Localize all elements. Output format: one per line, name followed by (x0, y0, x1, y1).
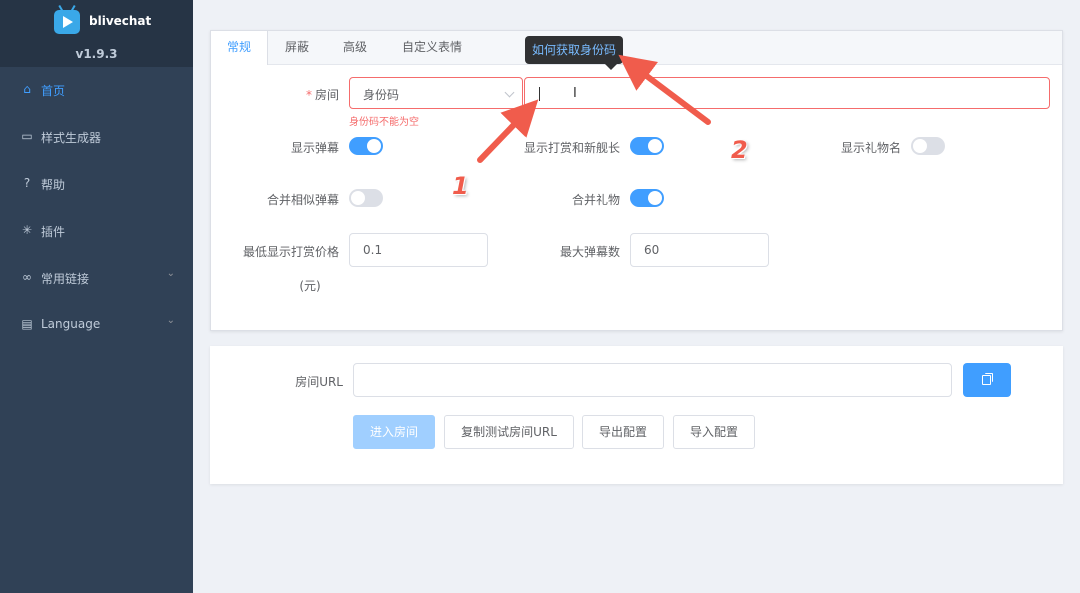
tab-bar: 常规 屏蔽 高级 自定义表情 (211, 31, 1062, 65)
chevron-down-icon: ⌄ (166, 315, 175, 326)
tab-custom-emoji[interactable]: 自定义表情 (386, 31, 478, 64)
show-gift-switch[interactable] (630, 137, 664, 155)
sidebar-item-style-generator[interactable]: ▭ 样式生成器 (0, 114, 193, 160)
copy-test-url-button[interactable]: 复制测试房间URL (444, 415, 574, 449)
text-caret (539, 87, 540, 101)
min-price-unit-label: (元) (299, 279, 321, 293)
show-gift-label: 显示打赏和新舰长 (523, 141, 620, 155)
max-danmaku-value: 60 (644, 243, 660, 257)
merge-gift-switch[interactable] (630, 189, 664, 207)
sidebar-item-label: 常用链接 (41, 272, 90, 286)
room-error-message: 身份码不能为空 (349, 117, 419, 128)
home-icon: ⌂ (23, 82, 31, 96)
room-url-input[interactable] (353, 363, 952, 397)
tab-block[interactable]: 屏蔽 (269, 31, 325, 64)
text-cursor-icon: I (573, 86, 577, 101)
show-danmaku-switch[interactable] (349, 137, 383, 155)
brush-icon: ▭ (21, 129, 33, 143)
room-url-label: 房间URL (295, 375, 343, 389)
plugin-icon: ✳ (21, 223, 33, 237)
help-icon: ? (23, 176, 31, 190)
show-gift-name-switch[interactable] (911, 137, 945, 155)
min-price-value: 0.1 (363, 243, 383, 257)
sidebar-item-plugins[interactable]: ✳ 插件 (0, 208, 193, 254)
tab-general[interactable]: 常规 (211, 31, 269, 65)
sidebar-item-links[interactable]: ∞ 常用链接 ⌄ (0, 255, 193, 301)
max-danmaku-label: 最大弹幕数 (559, 245, 620, 259)
min-price-input[interactable]: 0.1 (349, 233, 488, 267)
identity-code-tooltip[interactable]: 如何获取身份码 (525, 36, 623, 70)
copy-icon (982, 375, 991, 385)
annotation-number-one: 1 (452, 172, 469, 200)
annotation-number-two: 2 (731, 136, 748, 164)
sidebar-item-label: 插件 (41, 225, 66, 239)
room-label: * 房间 (305, 88, 339, 102)
how-to-get-code-link[interactable]: 如何获取身份码 (532, 43, 616, 57)
sidebar-item-help[interactable]: ? 帮助 (0, 161, 193, 207)
show-gift-name-label: 显示礼物名 (840, 141, 901, 155)
app-version: v1.9.3 (75, 47, 118, 61)
export-config-button[interactable]: 导出配置 (582, 415, 664, 449)
room-code-input[interactable]: I (524, 77, 1050, 109)
min-price-label: 最低显示打赏价格 (242, 245, 339, 259)
sidebar-item-label: 首页 (41, 84, 66, 98)
sidebar-item-label: 帮助 (41, 178, 66, 192)
merge-gift-label: 合并礼物 (571, 193, 620, 207)
sidebar: blivechat v1.9.3 ⌂ 首页 ▭ 样式生成器 ? 帮助 ✳ 插件 … (0, 0, 193, 593)
copy-url-button[interactable] (963, 363, 1011, 397)
app-name: blivechat (89, 14, 152, 28)
merge-similar-label: 合并相似弹幕 (266, 193, 339, 207)
sidebar-item-home[interactable]: ⌂ 首页 (0, 67, 193, 113)
sidebar-item-label: 样式生成器 (41, 131, 102, 145)
show-danmaku-label: 显示弹幕 (290, 141, 339, 155)
sidebar-item-label: Language (41, 317, 101, 331)
link-icon: ∞ (22, 270, 32, 284)
chevron-down-icon (504, 87, 515, 98)
room-type-value: 身份码 (363, 88, 400, 102)
import-config-button[interactable]: 导入配置 (673, 415, 755, 449)
chat-icon: ▤ (21, 317, 33, 331)
tab-advanced[interactable]: 高级 (327, 31, 383, 64)
sidebar-item-language[interactable]: ▤ Language ⌄ (0, 302, 193, 348)
chevron-down-icon: ⌄ (166, 268, 175, 279)
max-danmaku-input[interactable]: 60 (630, 233, 769, 267)
settings-card: 常规 屏蔽 高级 自定义表情 (210, 30, 1063, 331)
enter-room-button[interactable]: 进入房间 (353, 415, 435, 449)
room-type-select[interactable]: 身份码 (349, 77, 523, 109)
merge-similar-switch[interactable] (349, 189, 383, 207)
brand-header: blivechat v1.9.3 (0, 0, 193, 67)
tv-logo-icon (54, 4, 80, 34)
